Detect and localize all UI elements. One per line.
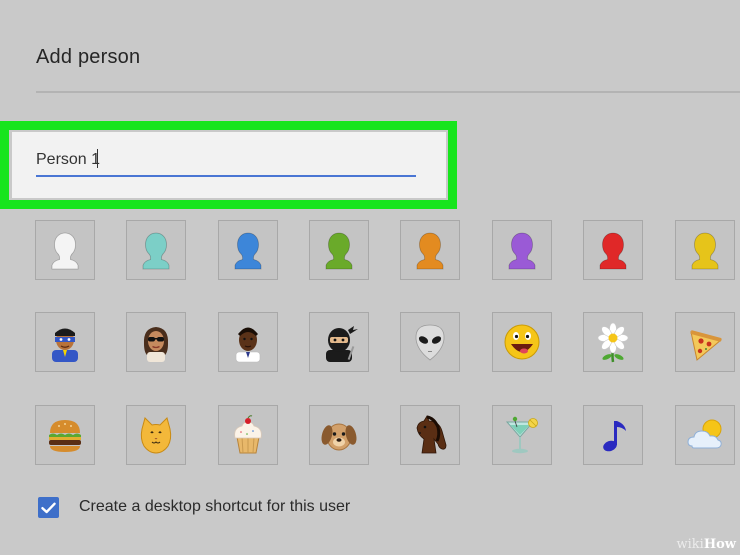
silhouette-yellow-icon	[691, 232, 719, 270]
title-divider	[36, 91, 740, 93]
avatar-cupcake[interactable]	[218, 405, 278, 465]
silhouette-purple-icon	[508, 232, 536, 270]
avatar-music-note[interactable]	[583, 405, 643, 465]
shortcut-checkbox[interactable]	[38, 497, 59, 518]
silhouette-white-icon	[51, 232, 79, 270]
avatar-man[interactable]	[218, 312, 278, 372]
checkmark-icon	[41, 502, 56, 513]
avatar-generic-blue[interactable]	[218, 220, 278, 280]
dog-icon	[321, 423, 357, 451]
music-note-icon	[603, 421, 626, 452]
pizza-icon	[690, 330, 723, 361]
horse-icon	[416, 415, 447, 454]
silhouette-blue-icon	[234, 232, 262, 270]
person-name-input[interactable]	[36, 146, 416, 174]
avatar-weather[interactable]	[675, 405, 735, 465]
alien-icon	[415, 324, 445, 361]
cupcake-icon	[234, 415, 262, 454]
avatar-cocktail[interactable]	[492, 405, 552, 465]
avatar-generic-teal[interactable]	[126, 220, 186, 280]
burger-icon	[49, 420, 81, 452]
smiley-icon	[504, 324, 540, 360]
cocktail-icon	[505, 416, 538, 454]
silhouette-red-icon	[599, 232, 627, 270]
shortcut-label[interactable]: Create a desktop shortcut for this user	[79, 498, 350, 516]
avatar-generic-yellow[interactable]	[675, 220, 735, 280]
avatar-superhero[interactable]	[35, 312, 95, 372]
avatar-woman-sunglasses[interactable]	[126, 312, 186, 372]
superhero-icon	[52, 328, 78, 362]
avatar-ninja[interactable]	[309, 312, 369, 372]
silhouette-green-icon	[325, 232, 353, 270]
avatar-generic-green[interactable]	[309, 220, 369, 280]
sun-cloud-icon	[687, 419, 722, 449]
watermark-how: How	[703, 537, 736, 552]
silhouette-orange-icon	[416, 232, 444, 270]
avatar-flower[interactable]	[583, 312, 643, 372]
woman-sunglasses-icon	[143, 327, 169, 362]
text-caret	[97, 149, 98, 168]
silhouette-teal-icon	[142, 232, 170, 270]
man-icon	[235, 327, 261, 363]
flower-icon	[597, 322, 629, 363]
avatar-generic-red[interactable]	[583, 220, 643, 280]
avatar-pizza[interactable]	[675, 312, 735, 372]
avatar-horse[interactable]	[400, 405, 460, 465]
cat-icon	[140, 417, 172, 454]
avatar-smiley[interactable]	[492, 312, 552, 372]
avatar-generic-orange[interactable]	[400, 220, 460, 280]
avatar-alien[interactable]	[400, 312, 460, 372]
ninja-icon	[326, 326, 358, 362]
avatar-cat[interactable]	[126, 405, 186, 465]
dialog-title: Add person	[36, 46, 141, 68]
avatar-generic-white[interactable]	[35, 220, 95, 280]
avatar-generic-purple[interactable]	[492, 220, 552, 280]
avatar-burger[interactable]	[35, 405, 95, 465]
watermark-wiki: wiki	[676, 537, 704, 552]
wikihow-watermark: wikiHow	[677, 537, 736, 552]
avatar-dog[interactable]	[309, 405, 369, 465]
name-field-underline	[36, 175, 416, 177]
